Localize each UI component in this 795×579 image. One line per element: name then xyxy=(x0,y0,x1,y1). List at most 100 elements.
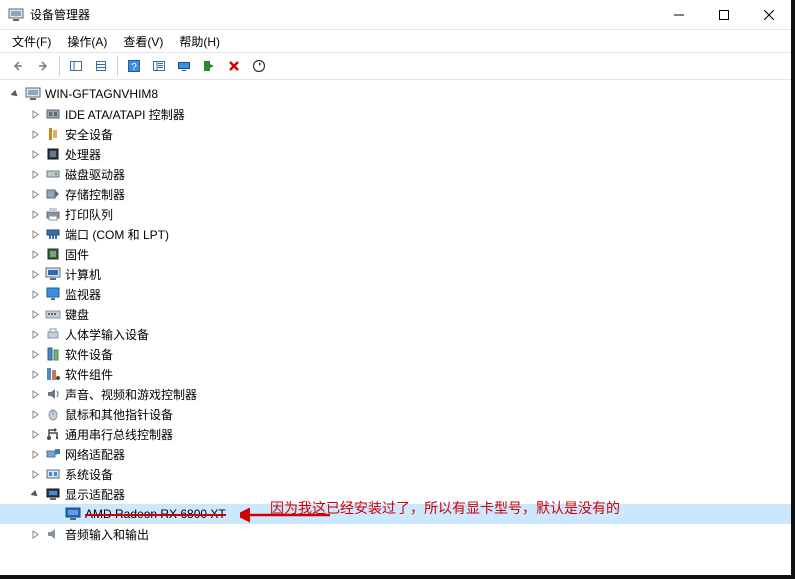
close-button[interactable] xyxy=(746,0,791,30)
menu-view[interactable]: 查看(V) xyxy=(117,31,169,52)
monitor-icon xyxy=(44,286,62,302)
ide-icon xyxy=(44,106,62,122)
tree-label: AMD Radeon RX 6800 XT xyxy=(85,507,226,521)
tree-category[interactable]: 软件组件 xyxy=(0,364,791,384)
tree-label: 磁盘驱动器 xyxy=(65,166,125,183)
forward-button[interactable] xyxy=(31,55,55,77)
tree-category[interactable]: 打印队列 xyxy=(0,204,791,224)
softcomp-icon xyxy=(44,366,62,382)
tree-category[interactable]: 声音、视频和游戏控制器 xyxy=(0,384,791,404)
tree-category[interactable]: 固件 xyxy=(0,244,791,264)
tree-category[interactable]: 网络适配器 xyxy=(0,444,791,464)
tree-category[interactable]: 计算机 xyxy=(0,264,791,284)
tree-label: 显示适配器 xyxy=(65,486,125,503)
chevron-down-icon[interactable] xyxy=(28,487,42,501)
tree-label: 软件设备 xyxy=(65,346,113,363)
tree-category[interactable]: 安全设备 xyxy=(0,124,791,144)
uninstall-device-button[interactable] xyxy=(222,55,246,77)
menu-action[interactable]: 操作(A) xyxy=(61,31,113,52)
tree-label: 通用串行总线控制器 xyxy=(65,426,173,443)
menubar: 文件(F) 操作(A) 查看(V) 帮助(H) xyxy=(0,30,791,52)
tree-category[interactable]: 磁盘驱动器 xyxy=(0,164,791,184)
tree-category[interactable]: IDE ATA/ATAPI 控制器 xyxy=(0,104,791,124)
security-icon xyxy=(44,126,62,142)
tree-category[interactable]: 显示适配器 xyxy=(0,484,791,504)
window-controls xyxy=(656,0,791,29)
toolbar: ? xyxy=(0,52,791,80)
chevron-right-icon[interactable] xyxy=(28,427,42,441)
tree-label: 计算机 xyxy=(65,266,101,283)
chevron-right-icon[interactable] xyxy=(28,367,42,381)
tree-root[interactable]: WIN-GFTAGNVHIM8 xyxy=(0,84,791,104)
tree-category[interactable]: 鼠标和其他指针设备 xyxy=(0,404,791,424)
chevron-right-icon[interactable] xyxy=(28,467,42,481)
tree-label: 人体学输入设备 xyxy=(65,326,149,343)
maximize-button[interactable] xyxy=(701,0,746,30)
chevron-right-icon[interactable] xyxy=(28,527,42,541)
bottom-border xyxy=(0,575,795,579)
firmware-icon xyxy=(44,246,62,262)
device-manager-window: 设备管理器 文件(F) 操作(A) 查看(V) 帮助(H) xyxy=(0,0,795,575)
chevron-right-icon[interactable] xyxy=(28,307,42,321)
tree-category[interactable]: 系统设备 xyxy=(0,464,791,484)
menu-file[interactable]: 文件(F) xyxy=(6,31,57,52)
tree-category[interactable]: 监视器 xyxy=(0,284,791,304)
tree-category[interactable]: 通用串行总线控制器 xyxy=(0,424,791,444)
chevron-right-icon[interactable] xyxy=(28,267,42,281)
tree-label: 处理器 xyxy=(65,146,101,163)
titlebar: 设备管理器 xyxy=(0,0,791,30)
tree-label: 鼠标和其他指针设备 xyxy=(65,406,173,423)
chevron-right-icon[interactable] xyxy=(28,327,42,341)
enable-device-button[interactable] xyxy=(197,55,221,77)
device-tree[interactable]: WIN-GFTAGNVHIM8 IDE ATA/ATAPI 控制器安全设备处理器… xyxy=(0,80,791,575)
printer-icon xyxy=(44,206,62,222)
details-button[interactable] xyxy=(147,55,171,77)
chevron-right-icon[interactable] xyxy=(28,127,42,141)
tree-label: 网络适配器 xyxy=(65,446,125,463)
tree-label: 键盘 xyxy=(65,306,89,323)
chip-icon xyxy=(44,146,62,162)
tree-category[interactable]: 人体学输入设备 xyxy=(0,324,791,344)
tree-label: 打印队列 xyxy=(65,206,113,223)
sound-icon xyxy=(44,386,62,402)
scan-hardware-button[interactable] xyxy=(247,55,271,77)
chevron-right-icon[interactable] xyxy=(28,207,42,221)
tree-category[interactable]: 存储控制器 xyxy=(0,184,791,204)
tree-label: 端口 (COM 和 LPT) xyxy=(65,226,169,243)
disk-icon xyxy=(44,166,62,182)
chevron-right-icon[interactable] xyxy=(28,167,42,181)
tree-label: 系统设备 xyxy=(65,466,113,483)
tree-category[interactable]: 处理器 xyxy=(0,144,791,164)
chevron-right-icon[interactable] xyxy=(28,407,42,421)
chevron-right-icon[interactable] xyxy=(28,107,42,121)
chevron-right-icon[interactable] xyxy=(28,387,42,401)
tree-category[interactable]: 端口 (COM 和 LPT) xyxy=(0,224,791,244)
minimize-button[interactable] xyxy=(656,0,701,30)
chevron-right-icon[interactable] xyxy=(28,187,42,201)
help-button[interactable]: ? xyxy=(122,55,146,77)
chevron-right-icon[interactable] xyxy=(28,287,42,301)
chevron-right-icon[interactable] xyxy=(28,247,42,261)
properties-button[interactable] xyxy=(89,55,113,77)
chevron-right-icon[interactable] xyxy=(28,347,42,361)
chevron-down-icon[interactable] xyxy=(8,87,22,101)
tree-label: 存储控制器 xyxy=(65,186,125,203)
display-icon xyxy=(44,486,62,502)
update-driver-button[interactable] xyxy=(172,55,196,77)
show-hide-console-button[interactable] xyxy=(64,55,88,77)
tree-label: 固件 xyxy=(65,246,89,263)
back-button[interactable] xyxy=(6,55,30,77)
tree-category[interactable]: 键盘 xyxy=(0,304,791,324)
computer-icon xyxy=(24,86,42,102)
chevron-right-icon[interactable] xyxy=(28,147,42,161)
tree-category[interactable]: 音频输入和输出 xyxy=(0,524,791,544)
chevron-right-icon[interactable] xyxy=(28,227,42,241)
tree-device-gpu[interactable]: AMD Radeon RX 6800 XT xyxy=(0,504,791,524)
chevron-right-icon[interactable] xyxy=(28,447,42,461)
tree-label: 声音、视频和游戏控制器 xyxy=(65,386,197,403)
gpu-icon xyxy=(64,506,82,522)
tree-category[interactable]: 软件设备 xyxy=(0,344,791,364)
tree-label: 音频输入和输出 xyxy=(65,526,149,543)
mouse-icon xyxy=(44,406,62,422)
menu-help[interactable]: 帮助(H) xyxy=(173,31,226,52)
